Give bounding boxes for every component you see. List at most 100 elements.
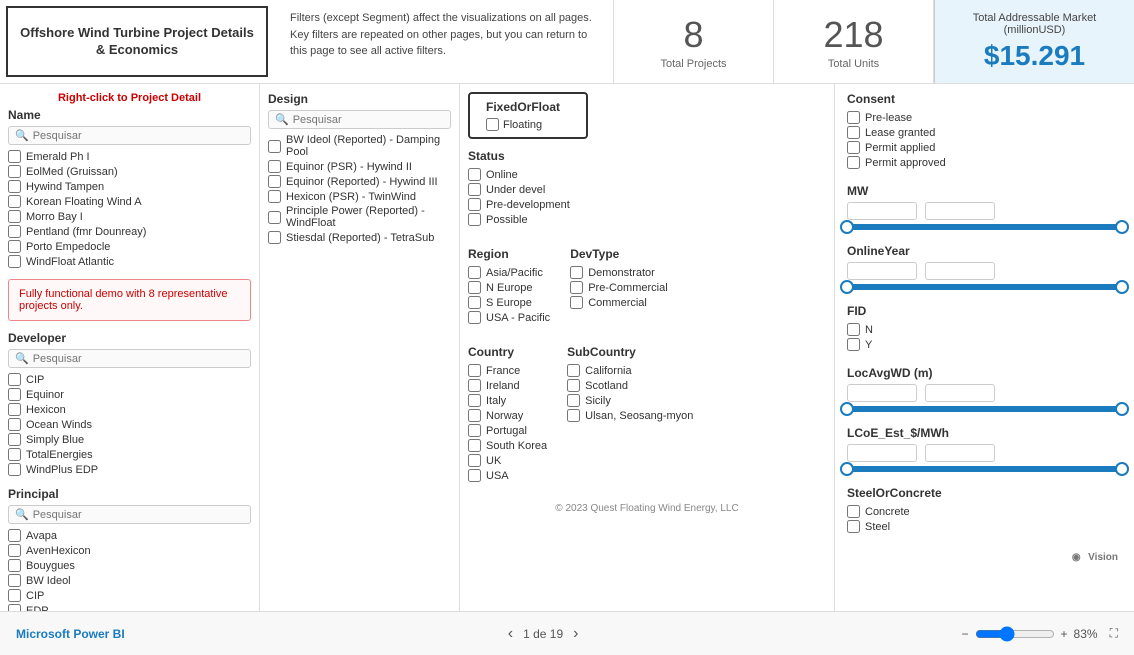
list-item-checkbox[interactable] [268, 190, 281, 203]
zoom-slider[interactable] [975, 626, 1055, 642]
list-item-checkbox[interactable] [468, 454, 481, 467]
list-item-checkbox[interactable] [8, 255, 21, 268]
list-item-checkbox[interactable] [268, 211, 281, 224]
mw-max-input[interactable]: 18.0 [925, 202, 995, 220]
lcoe-slider-track[interactable] [847, 466, 1122, 472]
design-search-box[interactable]: 🔍 [268, 110, 451, 129]
mw-min-input[interactable]: 8.4 [847, 202, 917, 220]
mw-slider-left-thumb[interactable] [840, 220, 854, 234]
list-item-checkbox[interactable] [268, 175, 281, 188]
list-item-checkbox[interactable] [468, 213, 481, 226]
list-item[interactable]: BW Ideol (Reported) - Damping Pool [268, 133, 451, 159]
list-item-checkbox[interactable] [847, 111, 860, 124]
list-item[interactable]: Pentland (fmr Dounreay) [8, 224, 251, 239]
list-item-checkbox[interactable] [567, 364, 580, 377]
list-item-checkbox[interactable] [567, 409, 580, 422]
list-item[interactable]: Demonstrator [570, 265, 667, 280]
list-item[interactable]: Scotland [567, 378, 693, 393]
floating-checkbox-row[interactable]: Floating [486, 118, 570, 131]
list-item-checkbox[interactable] [570, 296, 583, 309]
list-item[interactable]: Hexicon (PSR) - TwinWind [268, 189, 451, 204]
list-item[interactable]: California [567, 363, 693, 378]
list-item-checkbox[interactable] [468, 168, 481, 181]
list-item-checkbox[interactable] [847, 505, 860, 518]
list-item-checkbox[interactable] [8, 210, 21, 223]
locavgwd-right-thumb[interactable] [1115, 402, 1129, 416]
developer-search-input[interactable] [33, 353, 244, 365]
lcoe-max-input[interactable]: $168.2 [925, 444, 995, 462]
list-item[interactable]: Hywind Tampen [8, 179, 251, 194]
list-item-checkbox[interactable] [8, 165, 21, 178]
online-year-left-thumb[interactable] [840, 280, 854, 294]
list-item-checkbox[interactable] [268, 231, 281, 244]
list-item-checkbox[interactable] [847, 141, 860, 154]
list-item-checkbox[interactable] [8, 463, 21, 476]
online-year-max-input[interactable]: 2032 [925, 262, 995, 280]
locavgwd-max-input[interactable]: 1129 [925, 384, 995, 402]
list-item-checkbox[interactable] [8, 589, 21, 602]
list-item-checkbox[interactable] [847, 520, 860, 533]
list-item-checkbox[interactable] [847, 126, 860, 139]
principal-search-input[interactable] [33, 509, 244, 521]
list-item-checkbox[interactable] [8, 403, 21, 416]
list-item-checkbox[interactable] [468, 409, 481, 422]
list-item-checkbox[interactable] [468, 439, 481, 452]
name-search-box[interactable]: 🔍 [8, 126, 251, 145]
list-item[interactable]: Bouygues [8, 558, 251, 573]
list-item[interactable]: AvenHexicon [8, 543, 251, 558]
list-item-checkbox[interactable] [468, 198, 481, 211]
list-item[interactable]: Equinor (PSR) - Hywind II [268, 159, 451, 174]
list-item[interactable]: Asia/Pacific [468, 265, 550, 280]
list-item-checkbox[interactable] [847, 323, 860, 336]
list-item[interactable]: Pre-lease [847, 110, 1122, 125]
list-item[interactable]: Portugal [468, 423, 547, 438]
list-item[interactable]: Lease granted [847, 125, 1122, 140]
list-item[interactable]: Permit applied [847, 140, 1122, 155]
list-item-checkbox[interactable] [8, 373, 21, 386]
list-item-checkbox[interactable] [468, 364, 481, 377]
list-item-checkbox[interactable] [8, 559, 21, 572]
zoom-out-icon[interactable]: − [962, 627, 969, 641]
list-item-checkbox[interactable] [567, 394, 580, 407]
list-item[interactable]: Y [847, 337, 1122, 352]
list-item-checkbox[interactable] [8, 448, 21, 461]
list-item[interactable]: Stiesdal (Reported) - TetraSub [268, 230, 451, 245]
list-item[interactable]: Online [468, 167, 570, 182]
list-item[interactable]: USA [468, 468, 547, 483]
list-item[interactable]: TotalEnergies [8, 447, 251, 462]
list-item[interactable]: Possible [468, 212, 570, 227]
list-item[interactable]: EolMed (Gruissan) [8, 164, 251, 179]
list-item[interactable]: USA - Pacific [468, 310, 550, 325]
list-item-checkbox[interactable] [8, 388, 21, 401]
list-item[interactable]: Under devel [468, 182, 570, 197]
list-item-checkbox[interactable] [468, 281, 481, 294]
list-item[interactable]: Permit approved [847, 155, 1122, 170]
list-item-checkbox[interactable] [8, 240, 21, 253]
list-item[interactable]: Concrete [847, 504, 1122, 519]
list-item[interactable]: Commercial [570, 295, 667, 310]
list-item-checkbox[interactable] [468, 469, 481, 482]
list-item[interactable]: N Europe [468, 280, 550, 295]
list-item-checkbox[interactable] [8, 150, 21, 163]
list-item-checkbox[interactable] [468, 424, 481, 437]
online-year-slider-track[interactable] [847, 284, 1122, 290]
list-item-checkbox[interactable] [8, 180, 21, 193]
list-item[interactable]: WindPlus EDP [8, 462, 251, 477]
list-item-checkbox[interactable] [567, 379, 580, 392]
list-item-checkbox[interactable] [570, 266, 583, 279]
floating-checkbox[interactable] [486, 118, 499, 131]
list-item[interactable]: Italy [468, 393, 547, 408]
list-item-checkbox[interactable] [847, 156, 860, 169]
locavgwd-left-thumb[interactable] [840, 402, 854, 416]
locavgwd-slider-track[interactable] [847, 406, 1122, 412]
list-item[interactable]: EDP [8, 603, 251, 611]
list-item[interactable]: South Korea [468, 438, 547, 453]
list-item[interactable]: Pre-Commercial [570, 280, 667, 295]
list-item[interactable]: WindFloat Atlantic [8, 254, 251, 269]
list-item-checkbox[interactable] [8, 433, 21, 446]
list-item[interactable]: S Europe [468, 295, 550, 310]
list-item[interactable]: Steel [847, 519, 1122, 534]
mw-slider-right-thumb[interactable] [1115, 220, 1129, 234]
list-item-checkbox[interactable] [468, 183, 481, 196]
list-item[interactable]: UK [468, 453, 547, 468]
